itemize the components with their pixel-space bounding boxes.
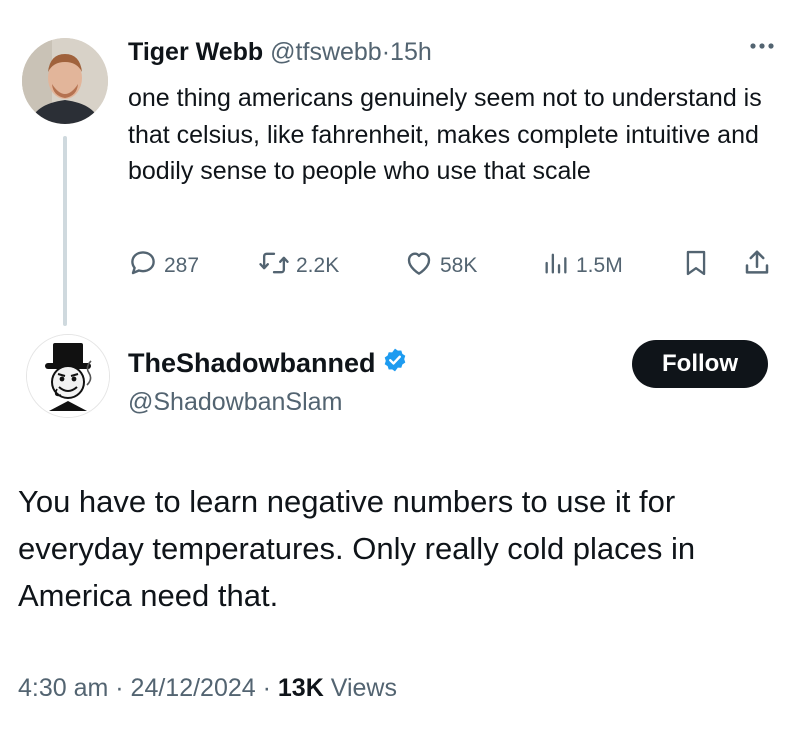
tweet2-timestamp[interactable]: 4:30 am · 24/12/2024 · bbox=[18, 674, 271, 702]
reply-bubble-icon bbox=[128, 248, 158, 284]
tweet1-author-name[interactable]: Tiger Webb bbox=[128, 38, 263, 66]
tweet2-name-row: TheShadowbanned bbox=[128, 347, 408, 380]
bookmark-icon bbox=[682, 248, 710, 284]
repost-button[interactable]: 2.2K bbox=[258, 248, 339, 284]
thread-line bbox=[63, 136, 67, 326]
like-count: 58K bbox=[440, 254, 478, 277]
more-dots-icon[interactable] bbox=[745, 36, 779, 56]
share-button[interactable] bbox=[742, 248, 772, 284]
tweet2-author-name[interactable]: TheShadowbanned bbox=[128, 348, 376, 379]
tweet2-text: You have to learn negative numbers to us… bbox=[18, 484, 696, 613]
tweet1-handle[interactable]: @tfswebb bbox=[270, 38, 382, 66]
tweet2-meta: 4:30 am · 24/12/2024 · 13K Views bbox=[18, 674, 397, 703]
tweet1-header: Tiger Webb @tfswebb·15h bbox=[128, 38, 432, 67]
tweet1-separator: · bbox=[381, 38, 391, 66]
views-count: 1.5M bbox=[576, 254, 623, 277]
views-button[interactable]: 1.5M bbox=[542, 248, 623, 284]
bookmark-button[interactable] bbox=[682, 248, 710, 284]
tweet2-views-count: 13K bbox=[277, 674, 324, 702]
bar-chart-icon bbox=[542, 249, 570, 283]
reply-count: 287 bbox=[164, 254, 200, 277]
reply-button[interactable]: 287 bbox=[128, 248, 199, 284]
tweet1-timestamp[interactable]: 15h bbox=[390, 38, 432, 66]
tweet2-views-label: Views bbox=[330, 674, 397, 702]
follow-button[interactable]: Follow bbox=[632, 340, 768, 388]
tweet2-handle[interactable]: @ShadowbanSlam bbox=[128, 388, 342, 417]
like-button[interactable]: 58K bbox=[404, 248, 477, 284]
repost-arrows-icon bbox=[258, 248, 290, 284]
heart-icon bbox=[404, 248, 434, 284]
share-upload-icon bbox=[742, 248, 772, 284]
shadowbanned-avatar[interactable] bbox=[26, 334, 110, 418]
tiger-webb-avatar[interactable] bbox=[22, 38, 108, 124]
tweet1-text: one thing americans genuinely seem not t… bbox=[128, 84, 762, 185]
repost-count: 2.2K bbox=[296, 254, 340, 277]
verified-badge-icon bbox=[382, 347, 408, 380]
tweet1-action-bar: 287 2.2K 58K 1.5M bbox=[128, 248, 778, 284]
